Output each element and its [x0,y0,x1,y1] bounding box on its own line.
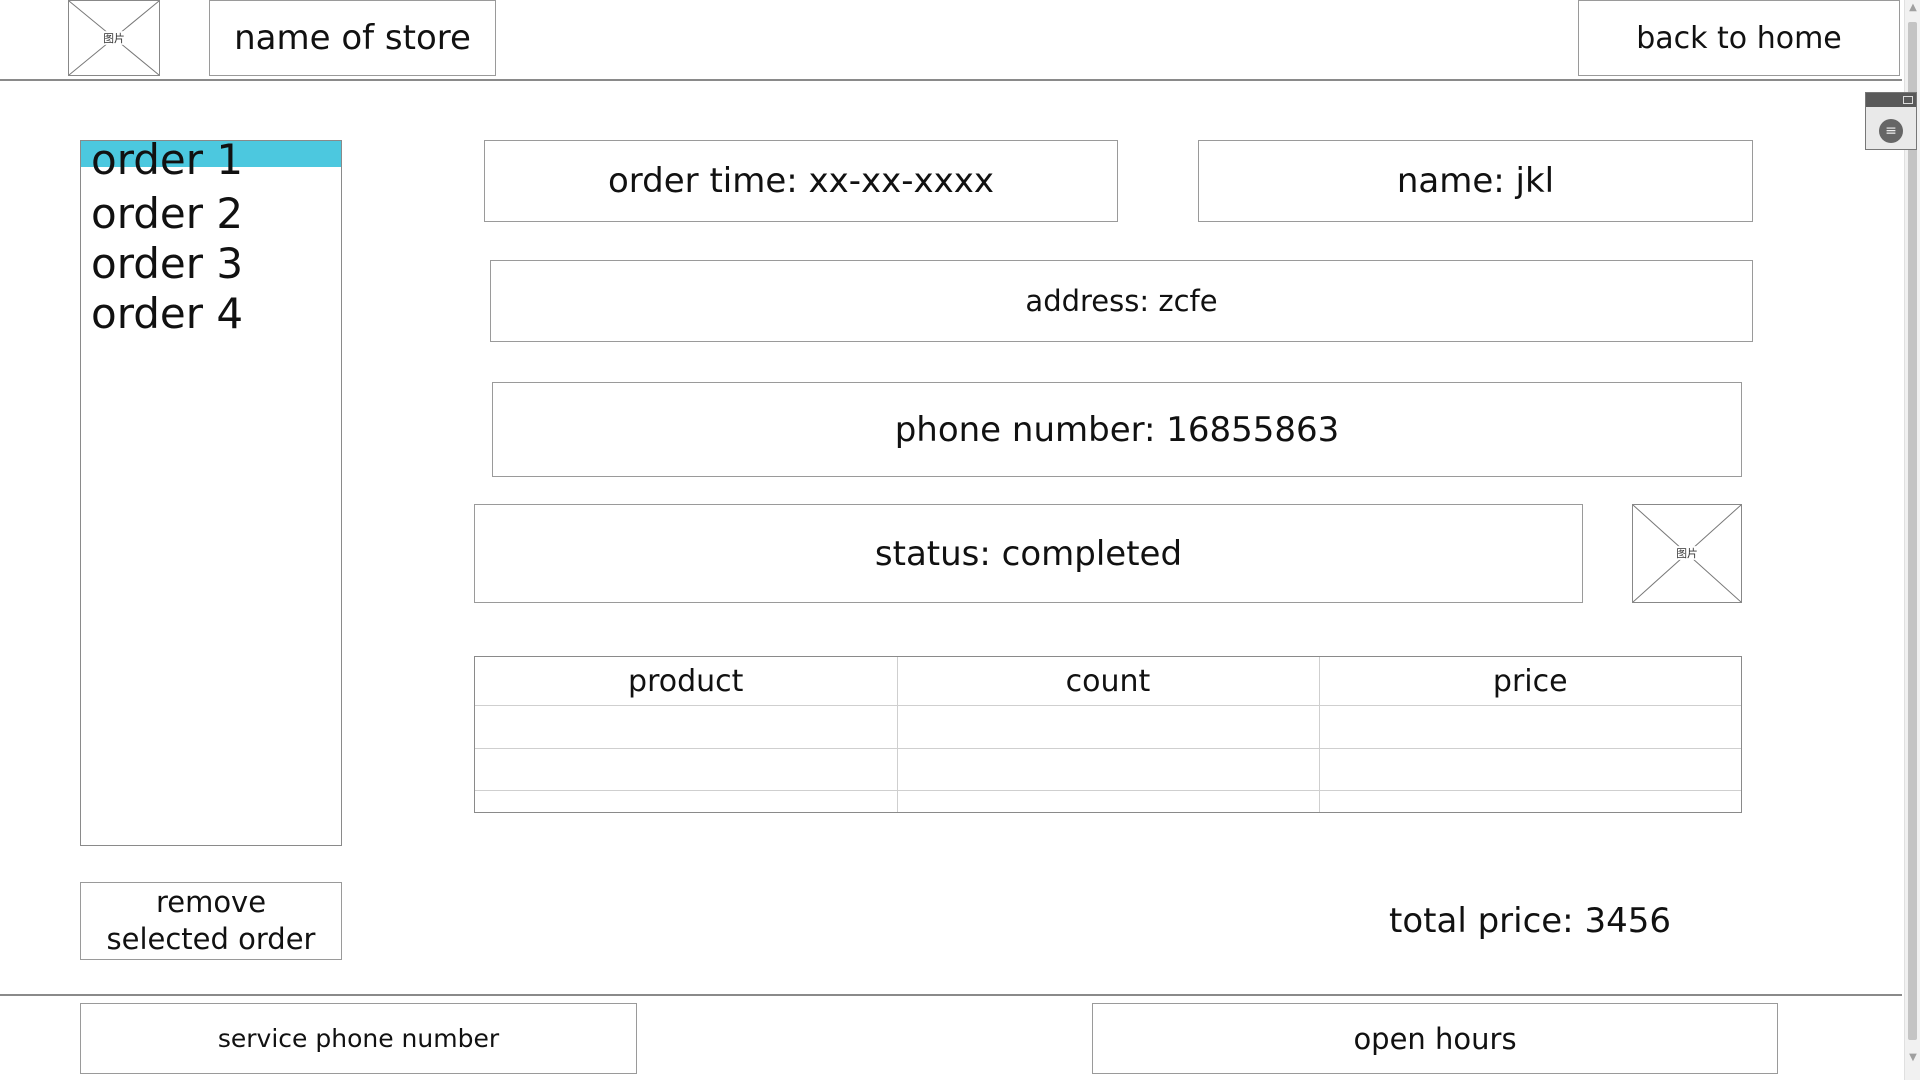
image-placeholder-caption: 图片 [103,32,125,45]
status-text: status: completed [874,533,1183,574]
open-hours-label: open hours [1353,1021,1517,1056]
remove-selected-order-label: remove selected order [106,885,316,956]
table-row[interactable] [475,747,1741,792]
address-field[interactable]: address: zcfe [490,260,1753,342]
table-cell [475,747,898,792]
order-time-field[interactable]: order time: xx-xx-xxxx [484,140,1118,222]
customer-name-text: name: jkl [1396,161,1555,201]
remove-selected-order-button[interactable]: remove selected order [80,882,342,960]
open-hours-button[interactable]: open hours [1092,1003,1778,1074]
back-to-home-button[interactable]: back to home [1578,0,1900,76]
table-cell [475,790,898,812]
table-cell [1318,705,1741,749]
order-list-item[interactable]: order 2 [81,191,341,241]
table-cell [896,790,1320,812]
scroll-down-arrow-icon[interactable]: ▼ [1905,1050,1920,1066]
table-cell [475,705,898,749]
header-divider [0,79,1902,81]
service-phone-number-button[interactable]: service phone number [80,1003,637,1074]
table-row[interactable] [475,705,1741,749]
widget-titlebar [1866,93,1916,107]
order-time-text: order time: xx-xx-xxxx [607,161,995,201]
service-phone-number-label: service phone number [217,1024,500,1053]
status-field[interactable]: status: completed [474,504,1583,603]
image-placeholder-icon: 图片 [1633,505,1741,602]
scrollbar-thumb[interactable] [1908,22,1917,1040]
store-name-label: name of store [234,18,471,58]
status-image: 图片 [1632,504,1742,603]
footer-divider [0,994,1902,996]
back-to-home-label: back to home [1636,20,1842,56]
table-row[interactable] [475,790,1741,812]
maximize-icon[interactable] [1903,96,1913,104]
products-table: product count price [474,656,1742,813]
table-cell [896,747,1320,792]
address-text: address: zcfe [1025,284,1218,318]
column-header-count: count [896,657,1320,706]
order-list-item[interactable]: order 3 [81,241,341,291]
image-placeholder-caption: 图片 [1676,547,1698,560]
phone-number-text: phone number: 16855863 [894,409,1340,450]
column-header-product: product [475,657,898,706]
customer-name-field[interactable]: name: jkl [1198,140,1753,222]
table-cell [896,705,1320,749]
image-placeholder-icon: 图片 [69,1,159,75]
vertical-scrollbar[interactable]: ▲ ▼ [1904,0,1920,1080]
order-list[interactable]: order 1 order 2 order 3 order 4 [80,139,342,846]
store-logo-image: 图片 [68,0,160,76]
total-price: total price: 3456 [1389,901,1671,941]
order-list-item[interactable]: order 4 [81,291,341,341]
table-cell [1318,747,1741,792]
menu-icon[interactable]: ≡ [1879,119,1903,143]
order-list-items: order 1 order 2 order 3 order 4 [81,139,341,341]
table-header-row: product count price [475,657,1741,706]
scroll-up-arrow-icon[interactable]: ▲ [1905,0,1920,16]
table-cell [1318,790,1741,812]
column-header-price: price [1318,657,1741,706]
phone-number-field[interactable]: phone number: 16855863 [492,382,1742,477]
floating-menu-widget[interactable]: ≡ [1865,92,1917,150]
order-management-page: 图片 name of store back to home order 1 ord… [0,0,1920,1080]
store-name-button[interactable]: name of store [209,0,496,76]
order-list-item[interactable]: order 1 [81,139,341,181]
